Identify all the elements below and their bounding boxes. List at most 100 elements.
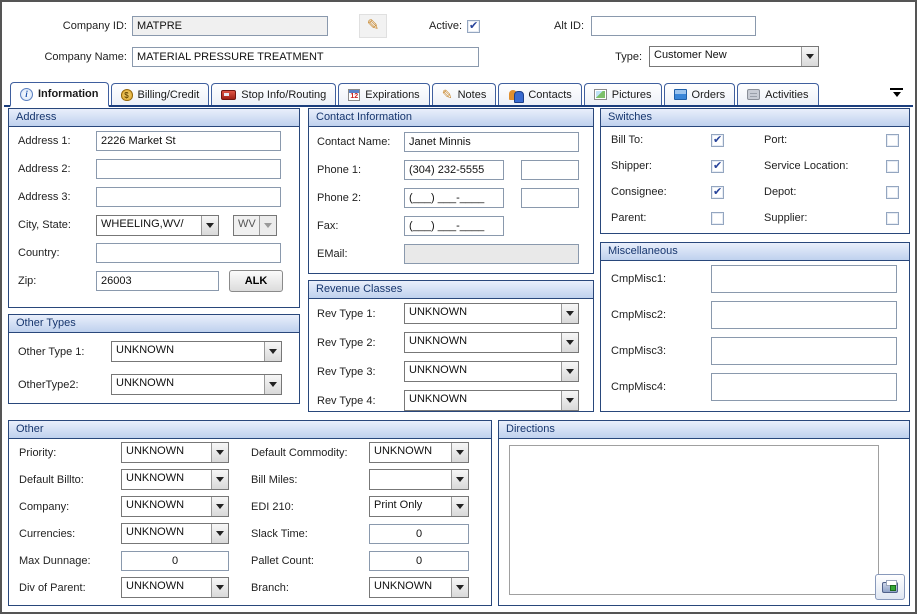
consignee-label: Consignee: [611, 186, 711, 198]
consignee-checkbox[interactable] [711, 186, 724, 199]
other-type1-dropdown[interactable]: UNKNOWN [111, 341, 282, 362]
priority-dropdown[interactable]: UNKNOWN [121, 442, 229, 463]
zip-input[interactable] [96, 271, 219, 291]
branch-dropdown[interactable]: UNKNOWN [369, 577, 469, 598]
cmpmisc2-input[interactable] [711, 301, 897, 329]
print-directions-button[interactable] [875, 574, 905, 600]
company-name-input[interactable] [132, 47, 479, 67]
edi210-dropdown[interactable]: Print Only [369, 496, 469, 517]
active-label: Active: [415, 20, 462, 32]
phone1-input[interactable] [404, 160, 504, 180]
chevron-down-icon[interactable] [211, 443, 228, 462]
slack-time-input[interactable] [369, 524, 469, 544]
address3-label: Address 3: [18, 191, 96, 203]
tab-billing-credit[interactable]: $ Billing/Credit [111, 83, 210, 105]
tab-pictures[interactable]: Pictures [584, 83, 662, 105]
rev-type3-dropdown[interactable]: UNKNOWN [404, 361, 579, 382]
service-location-checkbox[interactable] [886, 160, 899, 173]
other-type2-dropdown[interactable]: UNKNOWN [111, 374, 282, 395]
default-commodity-label: Default Commodity: [251, 447, 369, 459]
tab-contacts[interactable]: Contacts [498, 83, 581, 105]
contact-name-row: Contact Name: [309, 128, 593, 155]
contact-name-label: Contact Name: [317, 136, 404, 148]
type-dropdown[interactable]: Customer New [649, 46, 819, 67]
shipper-checkbox[interactable] [711, 160, 724, 173]
depot-checkbox[interactable] [886, 186, 899, 199]
city-dropdown[interactable]: WHEELING,WV/ [96, 215, 219, 236]
parent-checkbox[interactable] [711, 212, 724, 225]
edi210-value: Print Only [370, 497, 451, 516]
cmpmisc1-input[interactable] [711, 265, 897, 293]
rev-type1-value: UNKNOWN [405, 304, 561, 323]
chevron-down-icon[interactable] [561, 362, 578, 381]
rev-type1-dropdown[interactable]: UNKNOWN [404, 303, 579, 324]
tab-label: Pictures [612, 89, 652, 101]
other-types-panel-title: Other Types [9, 315, 299, 333]
port-checkbox[interactable] [886, 134, 899, 147]
tab-expirations[interactable]: 12 Expirations [338, 83, 429, 105]
billto-checkbox[interactable] [711, 134, 724, 147]
default-billto-dropdown[interactable]: UNKNOWN [121, 469, 229, 490]
city-dropdown-value: WHEELING,WV/ [97, 216, 201, 235]
max-dunnage-input[interactable] [121, 551, 229, 571]
phone1-ext-input[interactable] [521, 160, 579, 180]
other-type2-value: UNKNOWN [112, 375, 264, 394]
chevron-down-icon[interactable] [211, 524, 228, 543]
chevron-down-icon[interactable] [451, 578, 468, 597]
company-profile-window: Company ID: ✎ Active: Alt ID: Company Na… [0, 0, 917, 614]
chevron-down-icon[interactable] [201, 216, 218, 235]
alk-button[interactable]: ALK [229, 270, 283, 292]
chevron-down-icon[interactable] [264, 342, 281, 361]
tab-activities[interactable]: Activities [737, 83, 818, 105]
rev-type2-dropdown[interactable]: UNKNOWN [404, 332, 579, 353]
truck-icon [221, 90, 236, 100]
chevron-down-icon[interactable] [211, 470, 228, 489]
active-checkbox[interactable] [467, 20, 480, 33]
cmpmisc3-input[interactable] [711, 337, 897, 365]
chevron-down-icon[interactable] [561, 391, 578, 410]
company-dropdown[interactable]: UNKNOWN [121, 496, 229, 517]
chevron-down-icon[interactable] [801, 47, 818, 66]
bill-miles-label: Bill Miles: [251, 474, 369, 486]
phone2-input[interactable] [404, 188, 504, 208]
bill-miles-dropdown[interactable] [369, 469, 469, 490]
chevron-down-icon[interactable] [211, 497, 228, 516]
directions-panel: Directions [498, 420, 910, 606]
pallet-count-input[interactable] [369, 551, 469, 571]
div-of-parent-dropdown[interactable]: UNKNOWN [121, 577, 229, 598]
tab-overflow-button[interactable] [890, 88, 903, 97]
address3-input[interactable] [96, 187, 281, 207]
chevron-down-icon[interactable] [451, 497, 468, 516]
default-commodity-dropdown[interactable]: UNKNOWN [369, 442, 469, 463]
tab-orders[interactable]: Orders [664, 83, 736, 105]
priority-label: Priority: [19, 447, 121, 459]
switches-panel-title: Switches [601, 109, 909, 127]
people-icon [508, 89, 523, 101]
company-label: Company: [19, 501, 121, 513]
tab-notes[interactable]: ✎ Notes [432, 83, 497, 105]
currencies-dropdown[interactable]: UNKNOWN [121, 523, 229, 544]
chevron-down-icon[interactable] [451, 470, 468, 489]
chevron-down-icon[interactable] [561, 304, 578, 323]
chevron-down-icon[interactable] [264, 375, 281, 394]
supplier-checkbox[interactable] [886, 212, 899, 225]
company-id-input[interactable] [132, 16, 328, 36]
phone2-ext-input[interactable] [521, 188, 579, 208]
rev-type4-dropdown[interactable]: UNKNOWN [404, 390, 579, 411]
tab-information[interactable]: i Information [10, 82, 109, 107]
address2-input[interactable] [96, 159, 281, 179]
alt-id-input[interactable] [591, 16, 756, 36]
tab-stop-info-routing[interactable]: Stop Info/Routing [211, 83, 336, 105]
switch-row: Consignee: Depot: [601, 179, 909, 205]
chevron-down-icon[interactable] [561, 333, 578, 352]
fax-input[interactable] [404, 216, 504, 236]
chevron-down-icon[interactable] [211, 578, 228, 597]
chevron-down-icon[interactable] [451, 443, 468, 462]
address1-input[interactable] [96, 131, 281, 151]
cmpmisc4-input[interactable] [711, 373, 897, 401]
contact-name-input[interactable] [404, 132, 579, 152]
country-input[interactable] [96, 243, 281, 263]
edit-company-id-button[interactable]: ✎ [359, 14, 387, 38]
contact-info-panel: Contact Information Contact Name: Phone … [308, 108, 594, 274]
directions-textarea[interactable] [509, 445, 879, 595]
